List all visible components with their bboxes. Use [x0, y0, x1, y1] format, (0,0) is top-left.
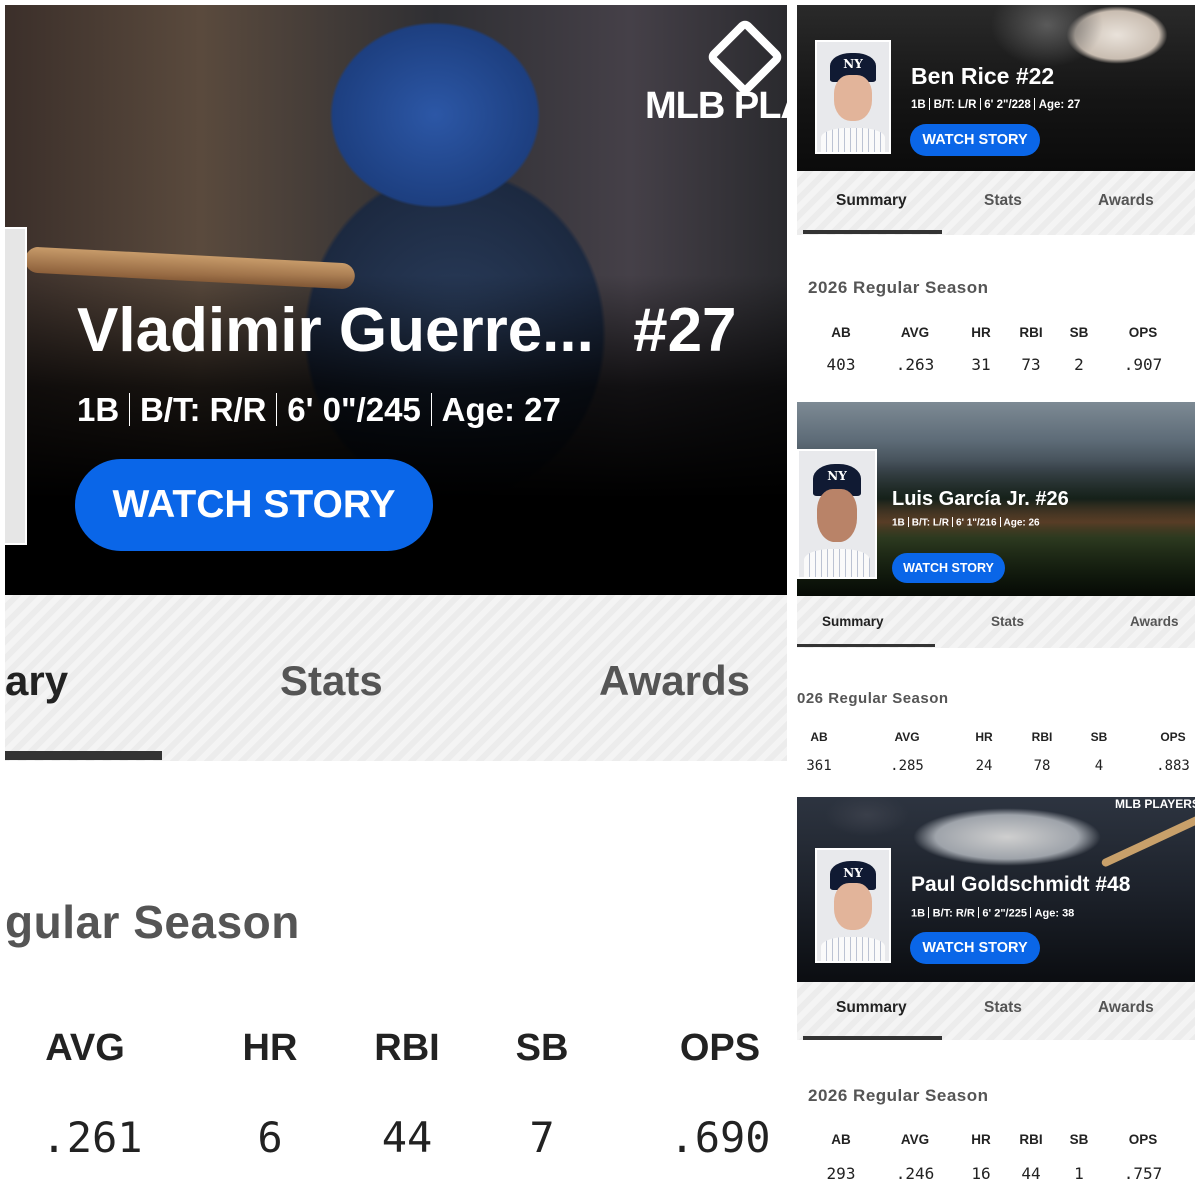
meta-position: 1B [911, 907, 926, 920]
meta-age: Age: 27 [1038, 98, 1081, 111]
hero-banner: NY Ben Rice #22 1B B/T: L/R 6' 2"/228 Age: … [797, 5, 1195, 171]
ny-logo-icon: NY [843, 865, 863, 880]
tab-summary[interactable]: Summary [836, 999, 907, 1017]
tab-summary[interactable]: ary [5, 657, 68, 705]
stat-value-ops: .907 [1123, 355, 1163, 374]
meta-height-weight: 6' 1"/216 [956, 517, 997, 529]
meta-age: Age: 26 [1003, 517, 1040, 529]
logo-wordmark: MLB PLAYE [645, 85, 787, 127]
tab-stats[interactable]: Stats [991, 614, 1024, 629]
meta-height-weight: 6' 0"/245 [287, 391, 421, 428]
tab-awards[interactable]: Awards [1130, 614, 1179, 629]
season-title: 2026 Regular Season [808, 1086, 989, 1105]
stat-value-ab: 403 [826, 355, 856, 374]
stat-value-rbi: 44 [381, 1113, 433, 1162]
tab-summary[interactable]: Summary [836, 192, 907, 210]
player-card-ben-rice: NY Ben Rice #22 1B B/T: L/R 6' 2"/228 Age: … [797, 5, 1195, 390]
meta-bt: B/T: R/R [932, 907, 975, 920]
stat-header-avg: AVG [894, 730, 920, 744]
meta-height-weight: 6' 2"/225 [982, 907, 1027, 920]
season-title: 026 Regular Season [797, 690, 949, 707]
headshot-edge [5, 227, 27, 545]
meta-age: Age: 38 [1034, 907, 1075, 920]
player-meta: 1B B/T: L/R 6' 1"/216 Age: 26 [892, 517, 1040, 529]
mlb-players-logo: MLB PLAYERS [1115, 797, 1195, 811]
watch-story-button[interactable]: WATCH STORY [910, 932, 1040, 964]
player-number: #27 [633, 296, 737, 365]
ny-logo-icon: NY [827, 468, 847, 483]
stat-header-hr: HR [242, 1027, 298, 1069]
player-headshot: NY [815, 40, 891, 154]
profile-tabs: Summary Stats Awards [797, 171, 1195, 235]
tab-awards[interactable]: Awards [599, 657, 750, 705]
stat-value-ab: 361 [806, 758, 832, 774]
tab-stats[interactable]: Stats [984, 192, 1022, 210]
stat-value-ops: .883 [1156, 758, 1190, 774]
player-meta: 1B B/T: R/R 6' 2"/225 Age: 38 [911, 907, 1074, 919]
ny-logo-icon: NY [843, 57, 863, 72]
stat-value-sb: 7 [529, 1113, 555, 1162]
stat-header-ab: AB [831, 1132, 851, 1147]
stat-header-sb: SB [1090, 730, 1108, 744]
player-name: Vladimir Guerre... #27 [77, 295, 737, 366]
active-tab-indicator [5, 751, 162, 760]
profile-tabs: ary Stats Awards [5, 595, 787, 761]
meta-position: 1B [911, 98, 926, 111]
season-title: gular Season [5, 896, 300, 948]
stat-header-ab: AB [810, 730, 828, 744]
stat-value-avg: .285 [890, 758, 924, 774]
stat-value-ops: .757 [1123, 1164, 1163, 1183]
stat-header-ops: OPS [1128, 325, 1158, 340]
stat-header-ops: OPS [679, 1027, 761, 1069]
player-name: Luis García Jr. #26 [892, 488, 1069, 510]
stat-header-rbi: RBI [374, 1027, 440, 1069]
active-tab-indicator [803, 230, 942, 234]
meta-age: Age: 27 [441, 391, 561, 428]
stat-value-avg: .261 [41, 1113, 143, 1162]
stat-header-avg: AVG [45, 1027, 125, 1069]
player-name-text: Vladimir Guerre... [77, 296, 594, 365]
player-meta: 1B B/T: R/R 6' 0"/245 Age: 27 [77, 391, 561, 429]
stat-header-ab: AB [831, 325, 851, 340]
player-card-vladimir-guerrero: MLB PLAYE Vladimir Guerre... #27 1B B/T: … [5, 5, 787, 1195]
meta-position: 1B [892, 517, 905, 529]
profile-tabs: Summary Stats Awards [797, 982, 1195, 1040]
active-tab-indicator [803, 1036, 942, 1040]
meta-height-weight: 6' 2"/228 [984, 98, 1031, 111]
tab-summary[interactable]: Summary [822, 614, 884, 629]
player-headshot: NY [797, 449, 877, 579]
player-card-luis-garcia: NY Luis García Jr. #26 1B B/T: L/R 6' 1"/2… [797, 402, 1195, 787]
player-name: Ben Rice #22 [911, 63, 1055, 89]
player-card-paul-goldschmidt: MLB PLAYERS NY Paul Goldschmidt #48 1B B/… [797, 797, 1195, 1195]
tab-awards[interactable]: Awards [1098, 999, 1154, 1017]
watch-story-button[interactable]: WATCH STORY [892, 553, 1005, 583]
stat-value-ops: .690 [669, 1113, 771, 1162]
meta-bt: B/T: L/R [933, 98, 977, 111]
profile-tabs: Summary Stats Awards [797, 596, 1195, 648]
watch-story-button[interactable]: WATCH STORY [910, 124, 1040, 156]
meta-bt: B/T: R/R [139, 391, 267, 428]
hero-banner: MLB PLAYE Vladimir Guerre... #27 1B B/T: … [5, 5, 787, 595]
player-headshot: NY [815, 848, 891, 963]
player-name: Paul Goldschmidt #48 [911, 873, 1131, 896]
watch-story-button[interactable]: WATCH STORY [75, 459, 433, 551]
stat-header-ops: OPS [1128, 1132, 1158, 1147]
hero-banner: MLB PLAYERS NY Paul Goldschmidt #48 1B B/… [797, 797, 1195, 982]
stat-value-hr: 6 [257, 1113, 283, 1162]
player-meta: 1B B/T: L/R 6' 2"/228 Age: 27 [911, 98, 1080, 111]
meta-bt: B/T: L/R [911, 517, 950, 529]
tab-stats[interactable]: Stats [984, 999, 1022, 1017]
tab-awards[interactable]: Awards [1098, 192, 1154, 210]
season-title: 2026 Regular Season [808, 278, 989, 297]
stat-value-sb: 4 [1094, 758, 1104, 774]
tab-stats[interactable]: Stats [280, 657, 383, 705]
hero-banner: NY Luis García Jr. #26 1B B/T: L/R 6' 1"/2… [797, 402, 1195, 596]
meta-position: 1B [77, 391, 120, 428]
stat-value-ab: 293 [826, 1164, 856, 1183]
active-tab-indicator [797, 644, 935, 647]
stat-header-sb: SB [515, 1027, 569, 1069]
stat-header-ops: OPS [1160, 730, 1186, 744]
